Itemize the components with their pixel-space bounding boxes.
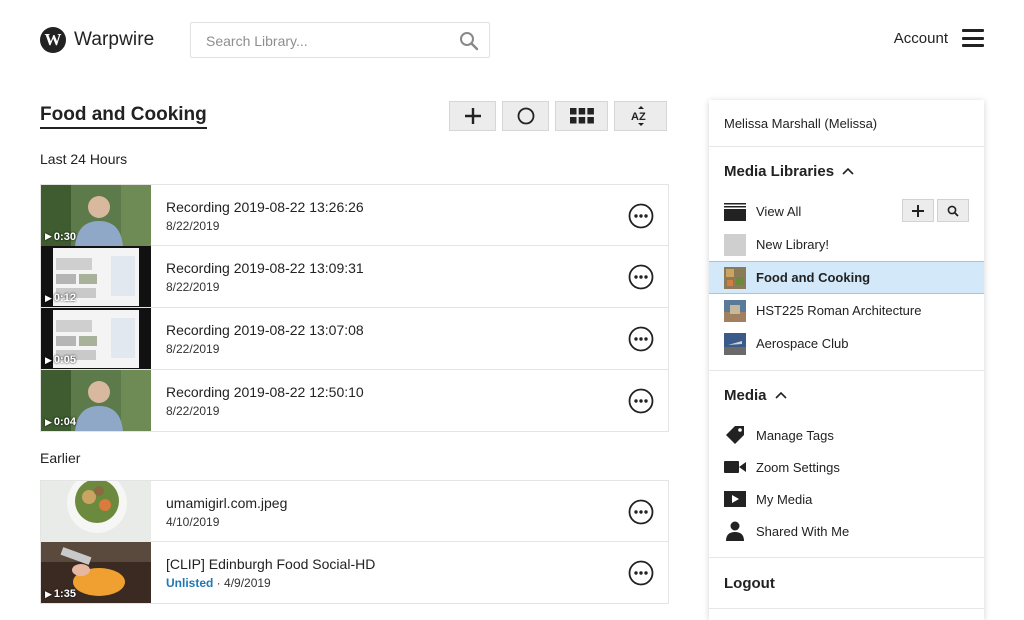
video-thumbnail[interactable]: ▶ 0:04 (41, 370, 151, 431)
media-libraries-heading[interactable]: Media Libraries (709, 147, 984, 195)
plus-icon (464, 108, 481, 124)
media-row[interactable]: ▶ 0:12 Recording 2019-08-22 13:09:31 8/22… (40, 246, 669, 308)
video-camera-icon (724, 456, 746, 478)
media-title[interactable]: Recording 2019-08-22 13:09:31 (166, 259, 668, 277)
media-date: 8/22/2019 (166, 280, 220, 294)
section-label-recent: Last 24 Hours (40, 151, 128, 167)
media-row[interactable]: ▶ 0:04 Recording 2019-08-22 12:50:10 8/22… (40, 370, 669, 432)
sidebar-item-view-all[interactable]: View All (709, 195, 984, 228)
sidebar-item-hst225-roman-architecture[interactable]: HST225 Roman Architecture (709, 294, 984, 327)
media-heading[interactable]: Media (709, 371, 984, 419)
sidebar-item-zoom-settings[interactable]: Zoom Settings (709, 451, 984, 483)
more-options-icon[interactable] (628, 499, 654, 525)
media-date: 8/22/2019 (166, 404, 220, 418)
plus-icon (912, 204, 924, 217)
more-options-icon[interactable] (628, 326, 654, 352)
media-libraries-section: Media Libraries View All New Library! Fo… (709, 147, 984, 371)
page-title: Food and Cooking (40, 104, 207, 129)
sidebar-item-new-library[interactable]: New Library! (709, 228, 984, 261)
unlisted-status: Unlisted (166, 576, 214, 590)
sort-az-button[interactable]: AZ (614, 101, 667, 131)
grid-icon (569, 108, 594, 124)
folder-stack-icon (724, 201, 746, 223)
media-title[interactable]: umamigirl.com.jpeg (166, 494, 668, 512)
hamburger-icon[interactable] (962, 29, 984, 47)
media-date: 4/10/2019 (166, 514, 220, 529)
search-icon (947, 205, 959, 217)
media-title[interactable]: Recording 2019-08-22 12:50:10 (166, 383, 668, 401)
play-icon: ▶ (45, 231, 52, 241)
logo-text: Warpwire (74, 29, 155, 50)
library-thumbnail (724, 332, 746, 355)
search-libraries-button[interactable] (937, 199, 969, 222)
media-date: 8/22/2019 (166, 342, 220, 356)
chevron-up-icon (774, 391, 787, 399)
media-row[interactable]: umamigirl.com.jpeg 4/10/2019 (40, 480, 669, 542)
duration-badge: ▶ 0:04 (45, 416, 76, 428)
media-list-earlier: umamigirl.com.jpeg 4/10/2019 ▶ 1:35 [CLIP… (40, 480, 669, 604)
play-icon: ▶ (45, 416, 52, 427)
blank-library-icon (724, 233, 746, 256)
logo-mark-icon: W (40, 27, 66, 53)
media-date: 8/22/2019 (166, 218, 220, 233)
more-options-icon[interactable] (628, 203, 654, 229)
library-toolbar: AZ (449, 101, 667, 131)
more-options-icon[interactable] (628, 560, 654, 586)
sidebar-item-food-and-cooking[interactable]: Food and Cooking (709, 261, 984, 294)
play-icon: ▶ (45, 354, 52, 365)
account-menu[interactable]: Account (894, 29, 984, 47)
sidebar-item-manage-tags[interactable]: Manage Tags (709, 419, 984, 451)
image-thumbnail[interactable] (41, 480, 151, 542)
chevron-up-icon (842, 167, 854, 175)
more-options-icon[interactable] (628, 388, 654, 414)
person-icon (724, 520, 746, 542)
media-row[interactable]: ▶ 0:30 Recording 2019-08-22 13:26:26 8/22… (40, 184, 669, 246)
duration-badge: ▶ 0:12 (45, 292, 76, 304)
user-name: Melissa Marshall (Melissa) (709, 100, 984, 147)
warpwire-logo[interactable]: W Warpwire (40, 27, 154, 53)
search-box (190, 22, 490, 59)
circle-icon (517, 107, 534, 125)
duration-badge: ▶ 0:30 (45, 230, 76, 243)
media-meta: Unlisted · 4/9/2019 (166, 576, 668, 590)
add-media-button[interactable] (449, 101, 496, 131)
sidebar-item-shared-with-me[interactable]: Shared With Me (709, 515, 984, 547)
video-thumbnail[interactable]: ▶ 1:35 (41, 542, 151, 603)
sidebar-item-aerospace-club[interactable]: Aerospace Club (709, 327, 984, 360)
search-icon[interactable] (459, 31, 479, 51)
meta-separator: · (213, 576, 225, 590)
search-input[interactable] (204, 23, 458, 59)
media-title[interactable]: [CLIP] Edinburgh Food Social-HD (166, 555, 668, 573)
section-label-earlier: Earlier (40, 450, 81, 466)
more-options-icon[interactable] (628, 264, 654, 290)
media-row[interactable]: ▶ 1:35 [CLIP] Edinburgh Food Social-HD Un… (40, 542, 669, 604)
add-library-button[interactable] (902, 199, 934, 222)
media-row[interactable]: ▶ 0:05 Recording 2019-08-22 13:07:08 8/22… (40, 308, 669, 370)
sidebar-item-my-media[interactable]: My Media (709, 483, 984, 515)
library-thumbnail (724, 266, 746, 289)
library-thumbnail (724, 299, 746, 322)
duration-badge: ▶ 0:05 (45, 354, 76, 366)
play-icon: ▶ (45, 292, 52, 303)
video-thumbnail[interactable]: ▶ 0:30 (41, 184, 151, 246)
play-icon: ▶ (45, 588, 52, 599)
logout-link[interactable]: Logout (709, 558, 984, 609)
food-thumbnail-image (41, 480, 151, 542)
account-label: Account (893, 29, 948, 47)
play-box-icon (724, 488, 746, 510)
video-thumbnail[interactable]: ▶ 0:12 (41, 246, 151, 307)
media-section: Media Manage Tags Zoom Settings My Media (709, 371, 984, 558)
grid-view-button[interactable] (555, 101, 608, 131)
media-title[interactable]: Recording 2019-08-22 13:07:08 (166, 321, 668, 339)
sort-az-icon: AZ (631, 106, 646, 126)
media-title[interactable]: Recording 2019-08-22 13:26:26 (166, 198, 668, 216)
tag-icon (724, 424, 746, 446)
record-button[interactable] (502, 101, 549, 131)
account-sidebar: Melissa Marshall (Melissa) Media Librari… (709, 100, 984, 620)
media-date: 4/9/2019 (224, 576, 271, 590)
media-list-recent: ▶ 0:30 Recording 2019-08-22 13:26:26 8/22… (40, 184, 669, 432)
video-thumbnail[interactable]: ▶ 0:05 (41, 308, 151, 369)
duration-badge: ▶ 1:35 (45, 588, 76, 600)
svg-text:AZ: AZ (631, 111, 646, 123)
